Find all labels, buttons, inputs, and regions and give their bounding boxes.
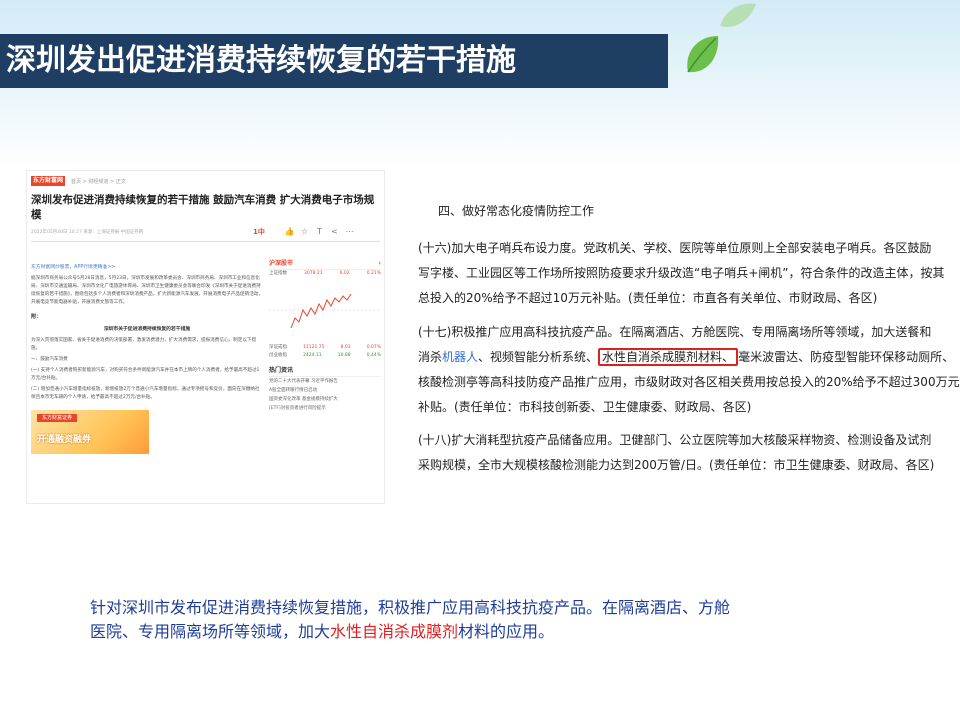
robot-link[interactable]: 机器人 xyxy=(442,350,478,364)
chevron-right-icon[interactable]: › xyxy=(379,259,381,269)
market-row[interactable]: 上证指数 3078.21 6.02 0.21% xyxy=(269,270,381,278)
policy-line: (十八)扩大消耗型抗疫产品储备应用。卫健部门、公立医院等加大核酸采样物资、检测设… xyxy=(418,433,932,447)
hot-news-item[interactable]: [ETF]对投资者进行风险提示 xyxy=(269,404,381,413)
index-value: 11121.75 xyxy=(303,345,325,350)
index-change: 6.02 xyxy=(339,271,350,276)
font-size-icon[interactable]: T xyxy=(313,225,326,238)
notice-head: 附： xyxy=(31,314,42,320)
policy-item-17: (十七)积极推广应用高科技抗疫产品。在隔离酒店、方舱医院、专用隔离场所等领域，加… xyxy=(418,320,960,420)
caption-highlight: 水性自消杀成膜剂 xyxy=(330,622,459,641)
policy-line: 补贴。(责任单位：市科技创新委、卫生健康委、财政局、各区) xyxy=(418,400,752,414)
policy-text-run: 消杀 xyxy=(418,350,443,364)
policy-line: 核酸检测亭等高科技防疫产品推广应用，市级财政对各区相关费用按总投入的20%给予不… xyxy=(418,375,960,389)
summary-caption: 针对深圳市发布促进消费持续恢复措施，积极推广应用高科技抗疫产品。在隔离酒店、方舱… xyxy=(90,596,870,644)
thumb-up-icon[interactable]: 👍 xyxy=(283,225,296,238)
policy-line: 采购规模，全市大规模核酸检测能力达到200万管/日。(责任单位：市卫生健康委、财… xyxy=(418,458,935,472)
market-row[interactable]: 创业板指 2424.11 10.88 0.44% xyxy=(269,352,381,360)
index-value: 3078.21 xyxy=(304,271,323,276)
ad-logo: 东方财富证券 xyxy=(37,414,77,422)
section-heading: 四、做好常态化疫情防控工作 xyxy=(438,204,595,218)
index-name: 深证成指 xyxy=(269,345,287,350)
caption-text-run: 材料的应用。 xyxy=(458,622,555,641)
market-tab[interactable]: 沪深股市 xyxy=(269,259,293,269)
notice-title: 深圳市关于促进消费持续恢复的若干措施 xyxy=(103,327,191,332)
policy-item-18: (十八)扩大消耗型抗疫产品储备应用。卫健部门、公立医院等加大核酸采样物资、检测设… xyxy=(418,428,935,478)
app-promo-link[interactable]: 东方财富网炒股票，APP行情更精准>> xyxy=(31,264,263,272)
hot-news-item[interactable]: A股全面转暖行情已启动 xyxy=(269,386,381,395)
divider xyxy=(31,241,380,242)
share-icon[interactable]: < xyxy=(328,225,341,238)
index-pct: 0.21% xyxy=(366,271,381,276)
policy-text-run: 、视频智能分析系统、 xyxy=(478,350,599,364)
article-top-bar: 东方财富网 首页 > 财经频道 > 正文 xyxy=(27,171,384,191)
policy-line: 写字楼、工业园区等工作场所按照防疫要求升级改造“电子哨兵+闸机”，符合条件的改造… xyxy=(418,266,945,280)
index-change: 8.03 xyxy=(340,345,351,350)
article-headline: 深圳发布促进消费持续恢复的若干措施 鼓励汽车消费 扩大消费电子市场规模 xyxy=(31,194,375,221)
caption-line: 针对深圳市发布促进消费持续恢复措施，积极推广应用高科技抗疫产品。在隔离酒店、方舱 xyxy=(90,598,731,617)
article-zan: 1中 xyxy=(253,228,265,236)
market-header: 沪深股市 › xyxy=(269,259,381,270)
article-screenshot: 东方财富网 首页 > 财经频道 > 正文 深圳发布促进消费持续恢复的若干措施 鼓… xyxy=(26,170,385,504)
ad-banner[interactable]: 东方财富证券 开通融资融券 xyxy=(31,410,149,454)
index-name: 创业板指 xyxy=(269,353,287,358)
site-logo: 东方财富网 xyxy=(31,176,65,186)
policy-line: 消杀机器人、视频智能分析系统、 水性自消杀成膜剂材料、 毫米波雷达、防疫型智能环保移… xyxy=(418,345,954,370)
article-item: (一) 支持个人消费者购买新能源汽车，对购买符合条件新能源汽车并在本市上牌的个人… xyxy=(31,368,260,381)
index-name: 上证指数 xyxy=(269,271,287,276)
market-row[interactable]: 深证成指 11121.75 8.03 0.07% xyxy=(269,344,381,352)
policy-line: (十六)加大电子哨兵布设力度。党政机关、学校、医院等单位原则上全部安装电子哨兵。… xyxy=(418,241,932,255)
article-date: 2022年05月30日 10:27 来源：上海证券报·中国证券网 xyxy=(31,230,144,235)
article-sidebar: 沪深股市 › 上证指数 3078.21 6.02 0.21% 深证成指 1112… xyxy=(269,259,381,503)
article-item: (二) 增加普通小汽车增量指标投放，新增投放2万个普通小汽车增量指标，通过专项摇… xyxy=(31,387,260,400)
leaf-icon xyxy=(720,3,756,27)
article-meta: 2022年05月30日 10:27 来源：上海证券报·中国证券网 1中 👍 ☆ … xyxy=(31,225,380,241)
policy-text-run: 毫米波雷达、防疫型智能环保移动厕所、 xyxy=(738,350,955,364)
section-heading: 一、鼓励汽车消费 xyxy=(31,357,68,362)
index-pct: 0.44% xyxy=(366,353,381,358)
index-value: 2424.11 xyxy=(303,353,322,358)
leaf-icon xyxy=(687,36,719,73)
policy-line: (十七)积极推广应用高科技抗疫产品。在隔离酒店、方舱医院、专用隔离场所等领域，加… xyxy=(418,325,932,339)
hot-news-item[interactable]: 党的二十大代表开幕 习近平作报告 xyxy=(269,377,381,386)
ad-text: 开通融资融券 xyxy=(37,435,92,445)
hot-news-title: 热门资讯 xyxy=(269,366,381,377)
policy-item-16: (十六)加大电子哨兵布设力度。党政机关、学校、医院等单位原则上全部安装电子哨兵。… xyxy=(418,236,945,311)
caption-line: 医院、专用隔离场所等领域，加大水性自消杀成膜剂材料的应用。 xyxy=(90,620,870,644)
breadcrumb: 首页 > 财经频道 > 正文 xyxy=(71,178,126,185)
article-paragraph: 据深圳市商务局公众号5月28日消息，5月23日，深圳市发展和改革委员会、深圳市商… xyxy=(31,276,263,305)
caption-text-run: 医院、专用隔离场所等领域，加大 xyxy=(90,622,331,641)
article-body: 东方财富网炒股票，APP行情更精准>> 据深圳市商务局公众号5月28日消息，5月… xyxy=(31,259,263,503)
more-icon[interactable]: ⋯ xyxy=(343,225,356,238)
star-icon[interactable]: ☆ xyxy=(298,225,311,238)
index-chart xyxy=(269,293,379,329)
policy-line: 总投入的20%给予不超过10万元补贴。(责任单位：市直各有关单位、市财政局、各区… xyxy=(418,291,878,305)
index-pct: 0.07% xyxy=(366,345,381,350)
page-title: 深圳发出促进消费持续恢复的若干措施 xyxy=(0,34,668,88)
hot-news-item[interactable]: 国资委深化改革 基金规模持续扩大 xyxy=(269,395,381,404)
article-tools: 👍 ☆ T < ⋯ xyxy=(283,225,356,238)
index-change: 10.88 xyxy=(337,353,351,358)
article-intro: 为深入贯彻落实国家、省关于促进消费的决策部署，激发消费潜力，扩大消费需求，提振消… xyxy=(31,338,257,351)
highlight-box: 水性自消杀成膜剂材料、 xyxy=(598,348,739,366)
